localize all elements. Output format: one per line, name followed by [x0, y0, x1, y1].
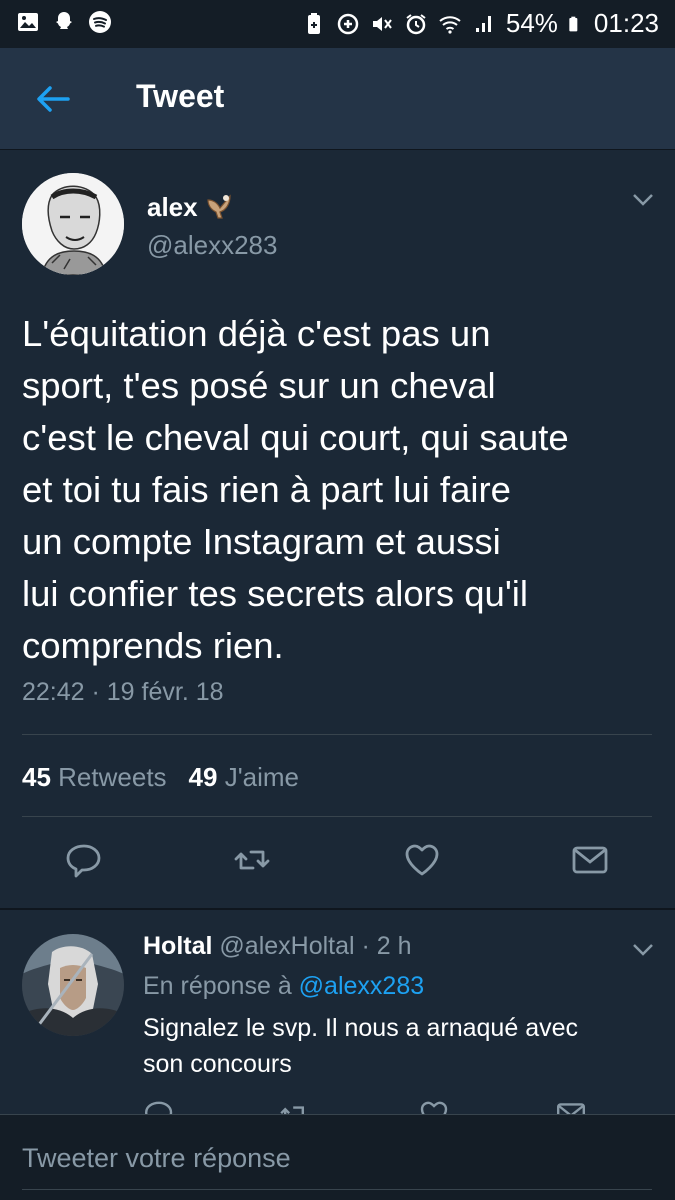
likes-label: J'aime	[224, 762, 300, 792]
avatar-sketch-icon	[22, 173, 124, 275]
retweets-stat[interactable]: 45 Retweets	[22, 762, 167, 793]
author-name[interactable]: alex	[147, 192, 198, 223]
retweets-label: Retweets	[58, 762, 167, 792]
direct-message-icon[interactable]	[555, 1098, 587, 1114]
reply-composer: Tweeter votre réponse	[0, 1114, 675, 1200]
divider	[22, 734, 652, 735]
retweet-icon[interactable]	[232, 840, 272, 880]
mute-icon	[372, 16, 392, 31]
signal-icon	[475, 15, 491, 32]
app-bar: Tweet	[0, 48, 675, 150]
wifi-icon	[439, 15, 461, 34]
likes-stat[interactable]: 49 J'aime	[189, 762, 299, 793]
alarm-icon	[406, 13, 426, 34]
eagle-emoji-icon	[207, 194, 231, 219]
likes-count: 49	[188, 762, 218, 792]
chevron-down-icon[interactable]	[630, 190, 656, 210]
main-tweet: alex @alexx283 L'équitation déjà c'est p…	[0, 150, 675, 908]
clock: 01:23	[593, 8, 659, 38]
spotify-icon	[89, 11, 111, 33]
battery-icon	[569, 16, 578, 31]
in-reply-prefix: En réponse à	[143, 972, 292, 1000]
tweet-timestamp: 22:42 · 19 févr. 18	[22, 678, 224, 706]
retweets-count: 45	[22, 762, 51, 792]
battery-saver-icon	[307, 12, 320, 34]
tweet-text: L'équitation déjà c'est pas un sport, t'…	[22, 313, 569, 666]
like-heart-icon[interactable]	[402, 840, 442, 880]
data-saver-icon	[337, 13, 359, 34]
avatar[interactable]	[22, 173, 124, 275]
like-heart-icon[interactable]	[418, 1098, 450, 1114]
avatar[interactable]	[22, 934, 124, 1036]
retweet-icon[interactable]	[278, 1098, 310, 1114]
reply-tweet[interactable]: Holtal @alexHoltal · 2 h En réponse à @a…	[0, 910, 675, 1114]
chevron-down-icon[interactable]	[630, 940, 656, 960]
reply-age: · 2 h	[361, 932, 412, 960]
reply-icon[interactable]	[64, 840, 104, 880]
in-reply-to: En réponse à @alexx283	[143, 972, 424, 1001]
direct-message-icon[interactable]	[570, 840, 610, 880]
snapchat-icon	[56, 12, 72, 29]
divider	[22, 1189, 652, 1190]
page-title: Tweet	[136, 78, 225, 114]
in-reply-handle-link[interactable]: @alexx283	[299, 972, 424, 1000]
author-handle[interactable]: @alexx283	[147, 230, 277, 261]
gallery-icon	[18, 13, 38, 31]
reply-input[interactable]: Tweeter votre réponse	[22, 1143, 291, 1174]
reply-header: Holtal @alexHoltal · 2 h	[143, 932, 412, 961]
divider	[22, 816, 652, 817]
reply-text: Signalez le svp. Il nous a arnaqué avec …	[143, 1014, 578, 1078]
tweet-actions	[0, 840, 675, 890]
reply-author-name[interactable]: Holtal	[143, 932, 212, 960]
battery-percent: 54%	[505, 8, 558, 38]
reply-icon[interactable]	[143, 1098, 175, 1114]
reply-actions	[0, 1098, 675, 1114]
status-bar: 54% 01:23	[0, 0, 675, 48]
back-arrow-icon[interactable]	[30, 76, 76, 122]
avatar-witcher-icon	[22, 934, 124, 1036]
tweet-stats: 45 Retweets 49 J'aime	[22, 762, 299, 793]
reply-author-handle[interactable]: @alexHoltal	[219, 932, 354, 960]
